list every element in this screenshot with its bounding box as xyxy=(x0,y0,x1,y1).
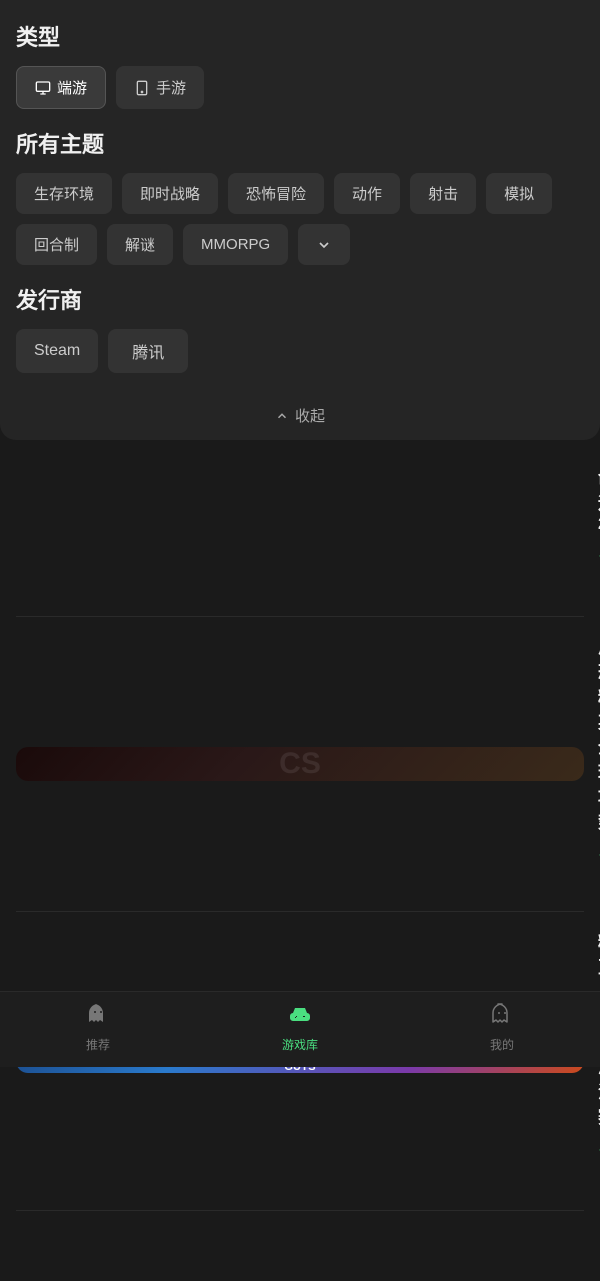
filter-panel: 类型 端游 手游 所有主题 生存环境 即时战略 恐怖冒险 动作 射击 模拟 回合… xyxy=(0,0,600,440)
game-list: 命运2 ★ 8.2 分 探索太阳系的隐秘，成为最强守护者 开玩 反恐精英：全球攻… xyxy=(0,448,600,1211)
game-item-destiny: 命运2 ★ 8.2 分 探索太阳系的隐秘，成为最强守护者 开玩 xyxy=(16,448,584,617)
publisher-buttons-row: Steam 腾讯 xyxy=(16,329,584,373)
theme-btn-action[interactable]: 动作 xyxy=(334,173,400,214)
publisher-btn-tencent[interactable]: 腾讯 xyxy=(108,329,188,373)
nav-item-library[interactable]: 游戏库 xyxy=(282,1002,318,1053)
nav-label-library: 游戏库 xyxy=(282,1036,318,1053)
theme-btn-puzzle[interactable]: 解谜 xyxy=(107,224,173,265)
bottom-spacer xyxy=(0,1211,600,1281)
chevron-up-icon xyxy=(275,409,289,423)
theme-btn-more[interactable] xyxy=(298,224,350,265)
theme-btn-shooter[interactable]: 射击 xyxy=(410,173,476,214)
publisher-btn-steam[interactable]: Steam xyxy=(16,329,98,373)
theme-buttons-row: 生存环境 即时战略 恐怖冒险 动作 射击 模拟 回合制 解谜 MMORPG xyxy=(16,173,584,265)
monitor-icon xyxy=(35,80,51,96)
ghost-outline-icon xyxy=(490,1002,514,1032)
collapse-bar[interactable]: 收起 xyxy=(16,391,584,440)
nav-item-mine[interactable]: 我的 xyxy=(490,1002,514,1053)
nav-label-mine: 我的 xyxy=(490,1036,514,1053)
chevron-down-icon xyxy=(316,237,332,253)
mobile-icon xyxy=(134,80,150,96)
theme-btn-sim[interactable]: 模拟 xyxy=(486,173,552,214)
publisher-section-title: 发行商 xyxy=(16,283,584,315)
type-btn-mobile[interactable]: 手游 xyxy=(116,66,204,109)
type-btn-pc[interactable]: 端游 xyxy=(16,66,106,109)
theme-btn-survival[interactable]: 生存环境 xyxy=(16,173,112,214)
theme-section-title: 所有主题 xyxy=(16,127,584,159)
nav-label-recommend: 推荐 xyxy=(86,1036,110,1053)
bottom-nav: 推荐 游戏库 我的 xyxy=(0,991,600,1067)
type-buttons-row: 端游 手游 xyxy=(16,66,584,109)
theme-btn-turnbased[interactable]: 回合制 xyxy=(16,224,97,265)
nav-item-recommend[interactable]: 推荐 xyxy=(86,1002,110,1053)
theme-btn-mmorpg[interactable]: MMORPG xyxy=(183,224,288,265)
theme-btn-rts[interactable]: 即时战略 xyxy=(122,173,218,214)
ghost-icon xyxy=(86,1002,110,1032)
game-item-csgo: 反恐精英：全球攻势 ★ 8.9 分 Follow me! 开玩 xyxy=(16,617,584,912)
theme-btn-horror[interactable]: 恐怖冒险 xyxy=(228,173,324,214)
gamepad-icon xyxy=(288,1002,312,1032)
type-section-title: 类型 xyxy=(16,20,584,52)
game-cover-csgo xyxy=(16,747,584,781)
